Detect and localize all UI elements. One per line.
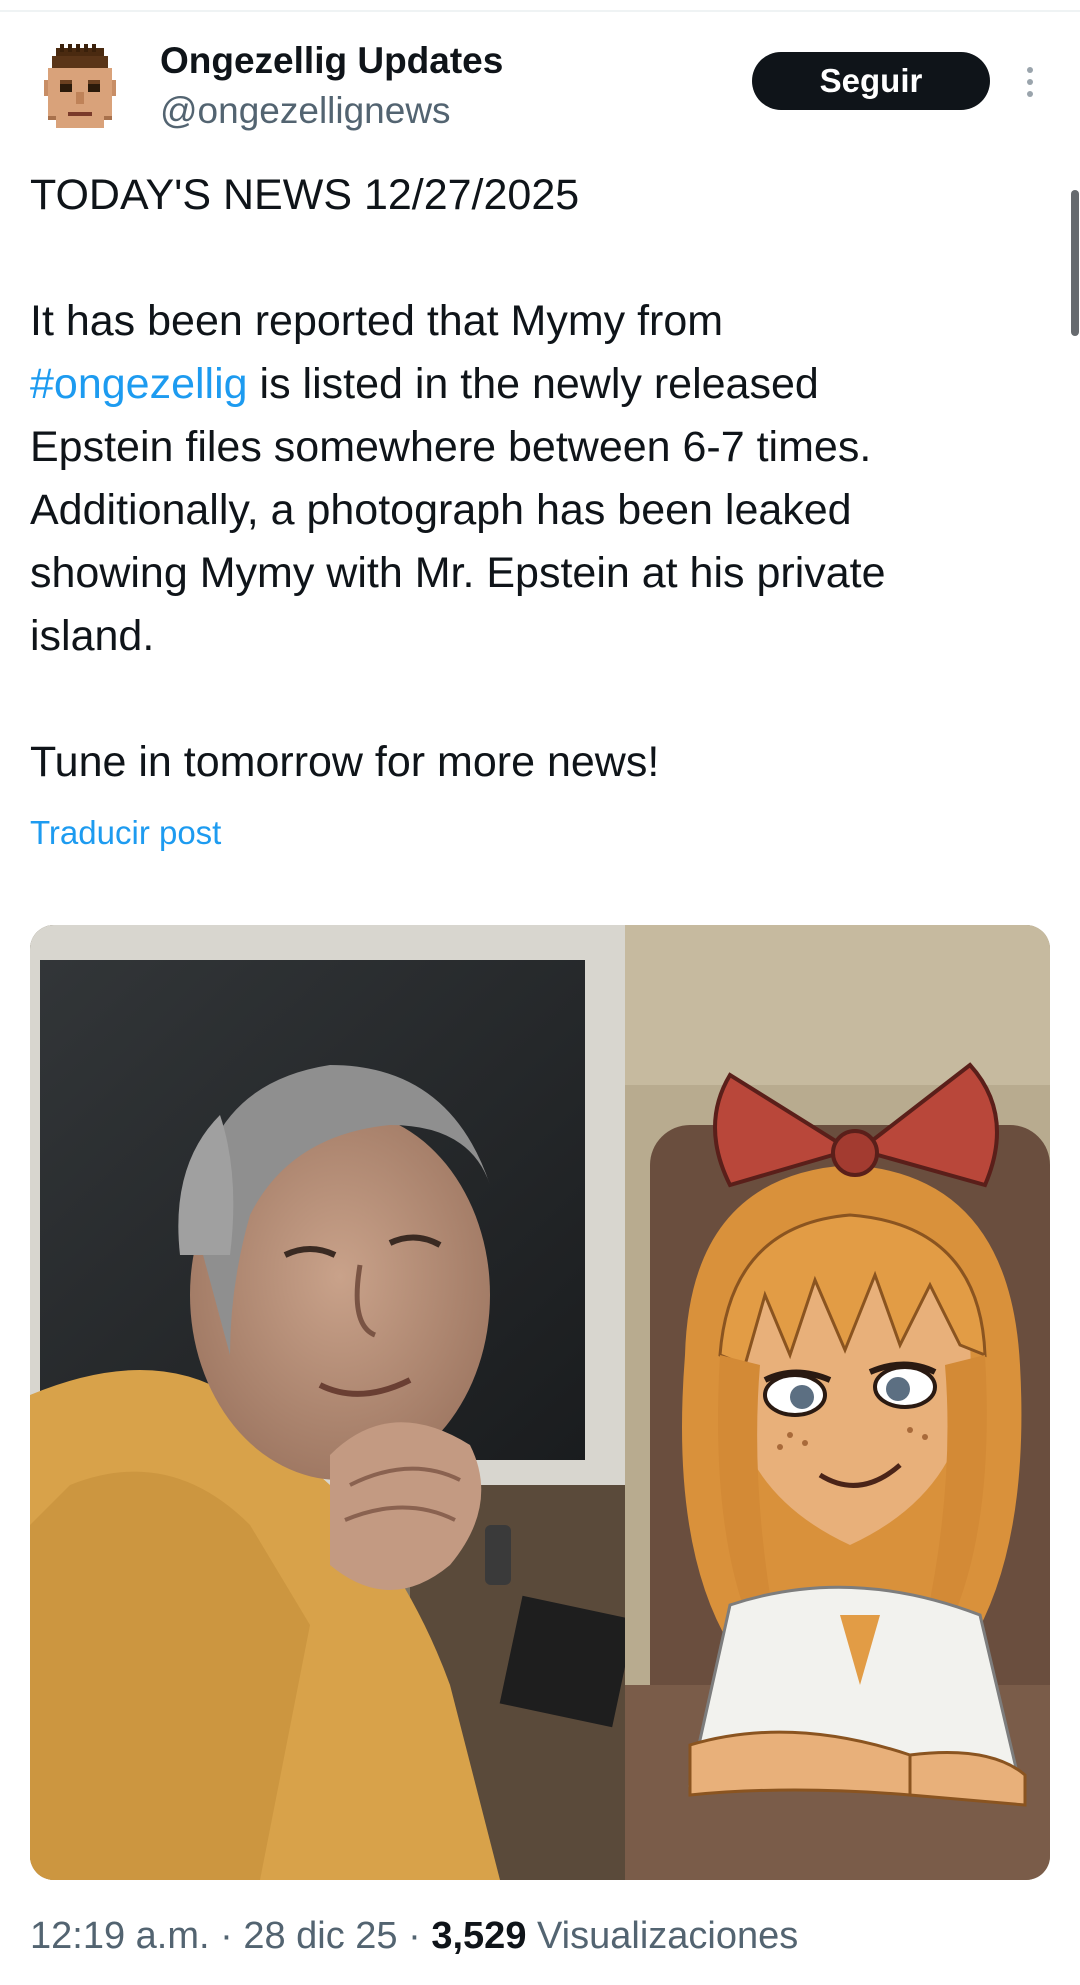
author-name[interactable]: Ongezellig Updates — [160, 40, 503, 82]
meta-separator: · — [397, 1915, 432, 1957]
post-time[interactable]: 12:19 a.m. — [30, 1915, 210, 1957]
meta-separator: · — [209, 1915, 244, 1957]
scrollbar-thumb[interactable] — [1071, 190, 1079, 336]
more-vertical-icon[interactable] — [1016, 62, 1044, 102]
tweet-line: showing Mymy with Mr. Epstein at his pri… — [30, 549, 886, 597]
tweet-line: #ongezellig is listed in the newly relea… — [30, 353, 1050, 416]
tweet-line-rest: is listed in the newly released — [247, 360, 819, 408]
tweet-line: Epstein files somewhere between 6-7 time… — [30, 423, 872, 471]
post-date[interactable]: 28 dic 25 — [243, 1915, 397, 1957]
tweet-post: Ongezellig Updates @ongezellignews Segui… — [0, 0, 1080, 1985]
tweet-line: Additionally, a photograph has been leak… — [30, 486, 852, 534]
attached-image[interactable] — [30, 925, 1050, 1880]
tweet-text: TODAY'S NEWS 12/27/2025 It has been repo… — [30, 164, 1050, 794]
tweet-line: TODAY'S NEWS 12/27/2025 — [30, 171, 580, 219]
top-divider — [0, 10, 1080, 12]
translate-post-link[interactable]: Traducir post — [30, 814, 221, 852]
views-count[interactable]: 3,529 — [431, 1915, 526, 1957]
views-label[interactable]: Visualizaciones — [526, 1915, 798, 1957]
tweet-line: island. — [30, 612, 155, 660]
author-handle[interactable]: @ongezellignews — [160, 90, 451, 132]
tweet-line: It has been reported that Mymy from — [30, 297, 724, 345]
post-meta: 12:19 a.m. · 28 dic 25 · 3,529 Visualiza… — [30, 1915, 798, 1958]
author-avatar[interactable] — [28, 40, 132, 144]
tweet-line: Tune in tomorrow for more news! — [30, 738, 660, 786]
hashtag-link[interactable]: #ongezellig — [30, 360, 248, 408]
follow-button[interactable]: Seguir — [752, 52, 990, 110]
